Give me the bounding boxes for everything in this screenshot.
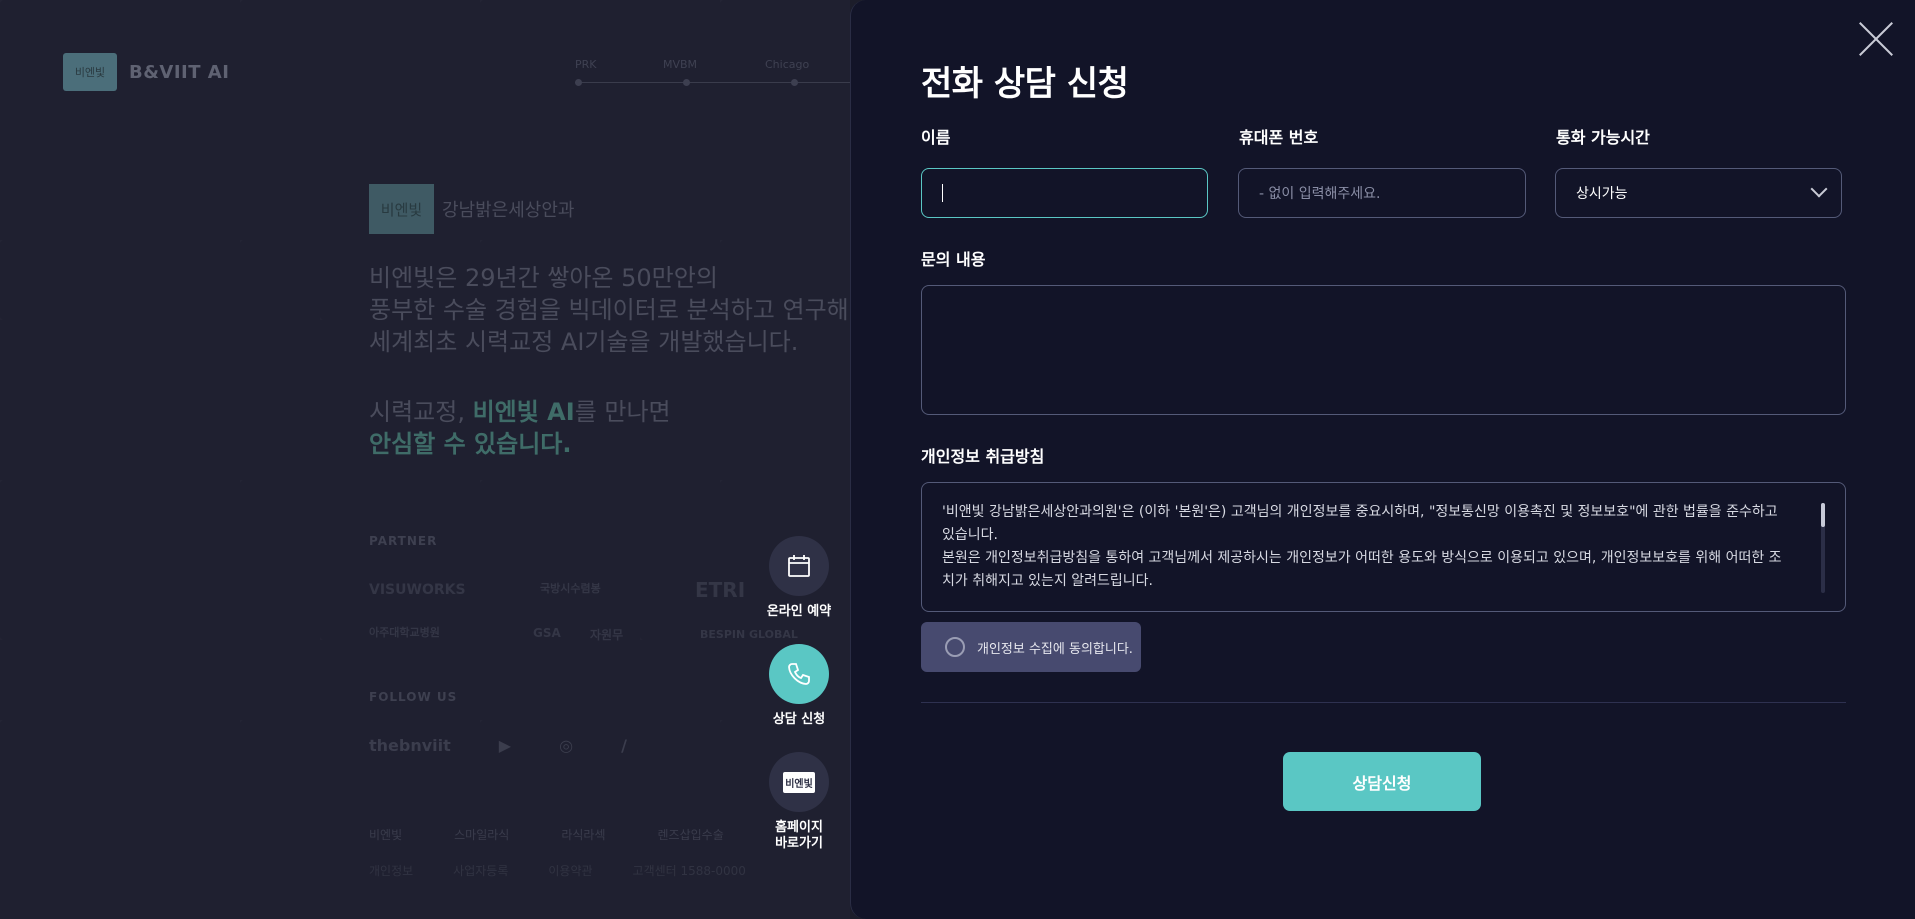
chevron-down-icon bbox=[1810, 180, 1828, 198]
timeline-label: PRK bbox=[575, 58, 597, 71]
submit-button[interactable]: 상담신청 bbox=[1283, 752, 1481, 811]
hero-tagline: 시력교정, 비엔빛 AI를 만나면 안심할 수 있습니다. bbox=[369, 396, 671, 460]
partner-logo: BESPIN GLOBAL bbox=[700, 628, 798, 641]
brand-mark: 비엔빛 bbox=[369, 184, 434, 234]
divider bbox=[921, 702, 1846, 703]
brand-name: 강남밝은세상안과 bbox=[442, 200, 575, 221]
partner-logo: ETRI bbox=[695, 578, 746, 602]
quick-reservation[interactable]: 온라인 예약 bbox=[760, 536, 838, 620]
site-logo: 비엔빛 B&VIIT AI bbox=[63, 53, 229, 91]
background-page: 비엔빛 B&VIIT AI PRK MVBM Chicago 비엔빛 강남밝은세… bbox=[0, 0, 850, 919]
partner-logo: 국방시수렴봉 bbox=[540, 582, 601, 595]
link-icon[interactable]: / bbox=[621, 736, 627, 755]
agree-radio[interactable] bbox=[945, 637, 965, 657]
homepage-label: 홈페이지 바로가기 bbox=[775, 820, 823, 851]
blog-link[interactable]: thebnviit bbox=[369, 736, 451, 755]
close-icon[interactable] bbox=[1859, 22, 1893, 56]
scrollbar-thumb[interactable] bbox=[1821, 503, 1825, 527]
footer-info-item: 고객센터 1588-0000 bbox=[632, 864, 746, 878]
footer-link[interactable]: 비엔빛 bbox=[369, 826, 402, 843]
footer-link[interactable]: 라식라섹 bbox=[561, 826, 605, 843]
partner-logo: 자원무 bbox=[590, 628, 624, 642]
privacy-agree-toggle[interactable]: 개인정보 수집에 동의합니다. bbox=[921, 622, 1141, 672]
follow-label: FOLLOW US bbox=[369, 690, 458, 704]
timeline-dot bbox=[683, 79, 690, 86]
modal-title: 전화 상담 신청 bbox=[921, 64, 1129, 104]
calendar-icon bbox=[788, 555, 810, 577]
footer-link[interactable]: 스마일라식 bbox=[454, 826, 509, 843]
phone-label: 휴대폰 번호 bbox=[1239, 128, 1319, 147]
privacy-scrollbar[interactable] bbox=[1821, 503, 1825, 593]
quick-homepage[interactable]: 비엔빛 홈페이지 바로가기 bbox=[760, 752, 838, 852]
phone-icon bbox=[788, 663, 810, 685]
name-label: 이름 bbox=[921, 128, 951, 147]
time-selected-value: 상시가능 bbox=[1576, 186, 1628, 202]
privacy-text: '비앤빛 강남밝은세상안과의원'은 (이하 '본원'은) 고객님의 개인정보를 … bbox=[942, 504, 1778, 543]
timeline-label: Chicago bbox=[765, 58, 810, 71]
timeline-label: MVBM bbox=[663, 58, 698, 71]
time-select[interactable]: 상시가능 bbox=[1555, 168, 1842, 218]
consult-button[interactable] bbox=[769, 644, 829, 704]
content-label: 문의 내용 bbox=[921, 250, 986, 269]
instagram-icon[interactable]: ◎ bbox=[559, 736, 573, 755]
quick-consult[interactable]: 상담 신청 bbox=[760, 644, 838, 728]
logo-mark: 비엔빛 bbox=[63, 53, 117, 91]
footer-link[interactable]: 렌즈삽입수술 bbox=[658, 826, 724, 843]
logo-text: B&VIIT AI bbox=[129, 61, 230, 83]
social-links: thebnviit ▶ ◎ / bbox=[369, 736, 627, 755]
partner-label: PARTNER bbox=[369, 534, 438, 548]
reservation-button[interactable] bbox=[769, 536, 829, 596]
phone-placeholder: - 없이 입력해주세요. bbox=[1259, 186, 1381, 202]
footer-links: 비엔빛 스마일라식 라식라섹 렌즈삽입수술 bbox=[369, 826, 724, 843]
timeline-dot bbox=[791, 79, 798, 86]
footer-info-item: 개인정보 bbox=[369, 864, 414, 878]
consult-modal: 전화 상담 신청 이름 휴대폰 번호 통화 가능시간 - 없이 입력해주세요. … bbox=[850, 0, 1915, 919]
text-caret bbox=[942, 184, 943, 202]
youtube-icon[interactable]: ▶ bbox=[499, 736, 511, 755]
hero-tagline-highlight: 비엔빛 AI bbox=[472, 398, 575, 426]
content-textarea[interactable] bbox=[921, 285, 1846, 415]
reservation-label: 온라인 예약 bbox=[766, 604, 832, 619]
footer-info-item: 이용약관 bbox=[548, 864, 593, 878]
history-timeline: PRK MVBM Chicago bbox=[575, 58, 850, 88]
time-label: 통화 가능시간 bbox=[1556, 128, 1650, 147]
hero-tagline-prefix: 시력교정, bbox=[369, 398, 473, 426]
timeline-dot bbox=[575, 79, 582, 86]
partner-logo: GSA bbox=[533, 626, 561, 640]
hero-tagline-line2: 안심할 수 있습니다. bbox=[369, 430, 572, 458]
agree-label: 개인정보 수집에 동의합니다. bbox=[977, 641, 1133, 657]
hero-text: 비엔빛은 29년간 쌓아온 50만안의 풍부한 수술 경험을 빅데이터로 분석하… bbox=[369, 264, 849, 356]
brand-block: 비엔빛 강남밝은세상안과 bbox=[369, 184, 574, 234]
homepage-button[interactable]: 비엔빛 bbox=[769, 752, 829, 812]
homepage-logo-icon: 비엔빛 bbox=[783, 771, 815, 793]
footer-info: 개인정보 사업자등록 이용약관 고객센터 1588-0000 bbox=[369, 862, 746, 879]
partner-logo: 아주대학교병원 bbox=[369, 626, 440, 639]
footer-info-item: 사업자등록 bbox=[453, 864, 509, 878]
privacy-label: 개인정보 취급방침 bbox=[921, 447, 1045, 466]
partner-logo: VISUWORKS bbox=[369, 582, 466, 598]
consult-label: 상담 신청 bbox=[772, 712, 826, 727]
privacy-text: 본원은 개인정보취급방침을 통하여 고객님께서 제공하시는 개인정보가 어떠한 … bbox=[942, 550, 1782, 589]
name-field[interactable] bbox=[921, 168, 1208, 218]
hero-tagline-suffix: 를 만나면 bbox=[574, 398, 671, 426]
phone-field[interactable]: - 없이 입력해주세요. bbox=[1238, 168, 1526, 218]
privacy-policy-box[interactable]: '비앤빛 강남밝은세상안과의원'은 (이하 '본원'은) 고객님의 개인정보를 … bbox=[921, 482, 1846, 612]
